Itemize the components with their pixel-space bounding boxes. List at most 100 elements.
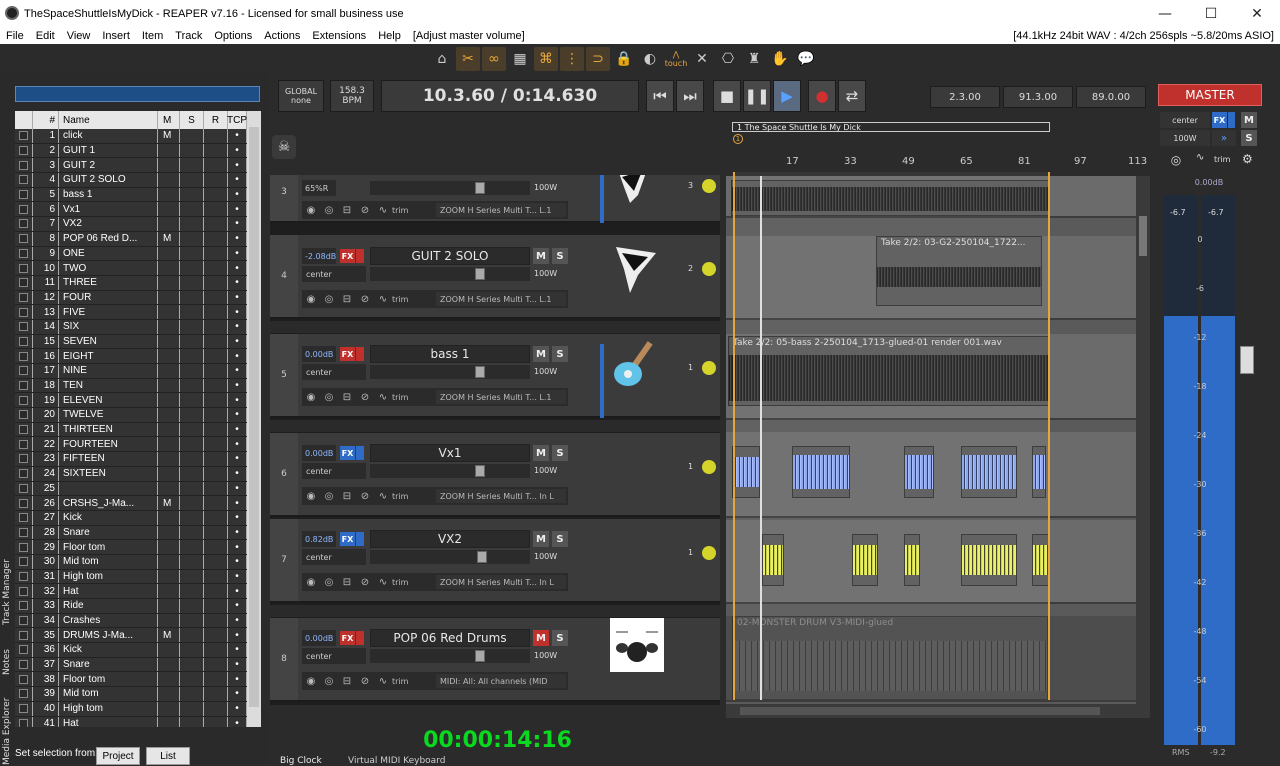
- record-arm-button[interactable]: [702, 361, 716, 375]
- envelope-icon[interactable]: ∿: [374, 294, 392, 305]
- row-mute[interactable]: [158, 510, 180, 525]
- io-icon[interactable]: ◎: [320, 294, 338, 305]
- stop-button[interactable]: ■: [713, 80, 741, 112]
- track-manager-row[interactable]: 1 click M •: [15, 129, 247, 144]
- row-select[interactable]: [15, 613, 33, 628]
- menu-view[interactable]: View: [61, 30, 97, 42]
- row-mute[interactable]: M: [158, 628, 180, 643]
- row-name[interactable]: Crashes: [59, 613, 158, 628]
- record-input[interactable]: 1: [688, 363, 693, 372]
- mute-button[interactable]: M: [533, 346, 549, 362]
- fader-thumb[interactable]: [475, 465, 485, 477]
- chat-icon[interactable]: 💬: [794, 47, 818, 71]
- record-input[interactable]: 2: [688, 264, 693, 273]
- pause-button[interactable]: ❚❚: [743, 80, 771, 112]
- row-tcp-visible[interactable]: •: [228, 408, 247, 422]
- row-name[interactable]: SIXTEEN: [59, 466, 158, 481]
- row-tcp-visible[interactable]: •: [228, 261, 247, 275]
- row-checkbox[interactable]: [19, 557, 28, 567]
- row-select[interactable]: [15, 349, 33, 363]
- fx-bypass-icon[interactable]: ⊟: [338, 205, 356, 216]
- menu-item[interactable]: Item: [136, 30, 169, 42]
- volume-readout[interactable]: 0.00dB: [302, 630, 336, 646]
- row-checkbox[interactable]: [19, 263, 28, 273]
- row-name[interactable]: Vx1: [59, 202, 158, 217]
- selection-end[interactable]: 91.3.00: [1003, 86, 1073, 108]
- track-manager-row[interactable]: 11 THREE •: [15, 275, 247, 291]
- row-mute[interactable]: [158, 687, 180, 701]
- no-entry-icon[interactable]: ⊘: [356, 294, 374, 305]
- row-name[interactable]: GUIT 2: [59, 158, 158, 173]
- solo-button[interactable]: S: [552, 531, 568, 547]
- row-select[interactable]: [15, 319, 33, 334]
- track-manager-row[interactable]: 38 Floor tom •: [15, 672, 247, 688]
- row-mute[interactable]: [158, 378, 180, 393]
- row-mute[interactable]: [158, 290, 180, 305]
- row-record[interactable]: [204, 334, 228, 349]
- row-select[interactable]: [15, 628, 33, 643]
- track-filter-input[interactable]: [15, 86, 260, 102]
- row-solo[interactable]: [180, 481, 204, 496]
- row-tcp-visible[interactable]: •: [228, 643, 247, 657]
- arrange-vscroll[interactable]: [1136, 176, 1150, 704]
- mute-button[interactable]: M: [533, 445, 549, 461]
- row-name[interactable]: THREE: [59, 275, 158, 290]
- width-readout[interactable]: 100W: [534, 466, 557, 475]
- auto-crossfade-icon[interactable]: ⊃: [586, 47, 610, 71]
- automation-clear-icon[interactable]: ✕: [690, 47, 714, 71]
- fader-thumb[interactable]: [475, 182, 485, 194]
- row-mute[interactable]: [158, 319, 180, 334]
- no-entry-icon[interactable]: ⊘: [356, 577, 374, 588]
- row-name[interactable]: Mid tom: [59, 554, 158, 569]
- row-tcp-visible[interactable]: •: [228, 290, 247, 305]
- row-select[interactable]: [15, 599, 33, 613]
- row-select[interactable]: [15, 364, 33, 378]
- track-manager-row[interactable]: 7 VX2 •: [15, 217, 247, 232]
- row-name[interactable]: Floor tom: [59, 540, 158, 554]
- volume-fader[interactable]: [370, 649, 530, 663]
- time-display[interactable]: 10.3.60 / 0:14.630: [381, 80, 639, 112]
- fader-thumb[interactable]: [475, 366, 485, 378]
- trim-label[interactable]: trim: [392, 492, 408, 501]
- track-manager-row[interactable]: 34 Crashes •: [15, 613, 247, 629]
- playhead-cursor[interactable]: [760, 176, 762, 700]
- trim-label[interactable]: trim: [392, 295, 408, 304]
- solo-button[interactable]: S: [552, 248, 568, 264]
- row-name[interactable]: Floor tom: [59, 672, 158, 687]
- volume-readout[interactable]: 0.82dB: [302, 531, 336, 547]
- track-manager-row[interactable]: 21 THIRTEEN •: [15, 422, 247, 438]
- row-record[interactable]: [204, 481, 228, 496]
- marker-1[interactable]: 1: [733, 134, 743, 144]
- row-tcp-visible[interactable]: •: [228, 334, 247, 349]
- row-name[interactable]: SIX: [59, 319, 158, 334]
- row-checkbox[interactable]: [19, 336, 28, 346]
- row-name[interactable]: ONE: [59, 246, 158, 261]
- track-manager-row[interactable]: 40 High tom •: [15, 701, 247, 717]
- track-manager-row[interactable]: 12 FOUR •: [15, 290, 247, 306]
- repeat-button[interactable]: ⇄: [838, 80, 866, 112]
- row-select[interactable]: [15, 657, 33, 672]
- row-record[interactable]: [204, 349, 228, 363]
- record-arm-button[interactable]: [702, 460, 716, 474]
- pan-readout[interactable]: center: [302, 463, 366, 479]
- row-checkbox[interactable]: [19, 248, 28, 258]
- row-tcp-visible[interactable]: •: [228, 158, 247, 173]
- row-solo[interactable]: [180, 231, 204, 246]
- track-manager-row[interactable]: 31 High tom •: [15, 569, 247, 585]
- fx-chain-label[interactable]: ZOOM H Series Multi T... L.1: [436, 292, 566, 306]
- fx-chain-label[interactable]: ZOOM H Series Multi T... In L: [436, 489, 566, 503]
- row-record[interactable]: [204, 628, 228, 643]
- menu-help[interactable]: Help: [372, 30, 407, 42]
- record-input[interactable]: 1: [688, 548, 693, 557]
- row-record[interactable]: [204, 275, 228, 290]
- row-tcp-visible[interactable]: •: [228, 246, 247, 261]
- row-mute[interactable]: [158, 422, 180, 437]
- row-tcp-visible[interactable]: •: [228, 628, 247, 643]
- track-manager-row[interactable]: 39 Mid tom •: [15, 687, 247, 702]
- row-tcp-visible[interactable]: •: [228, 393, 247, 408]
- trim-label[interactable]: trim: [392, 393, 408, 402]
- select-column-header[interactable]: [15, 111, 33, 129]
- row-name[interactable]: FIFTEEN: [59, 452, 158, 466]
- row-record[interactable]: [204, 599, 228, 613]
- row-mute[interactable]: [158, 261, 180, 275]
